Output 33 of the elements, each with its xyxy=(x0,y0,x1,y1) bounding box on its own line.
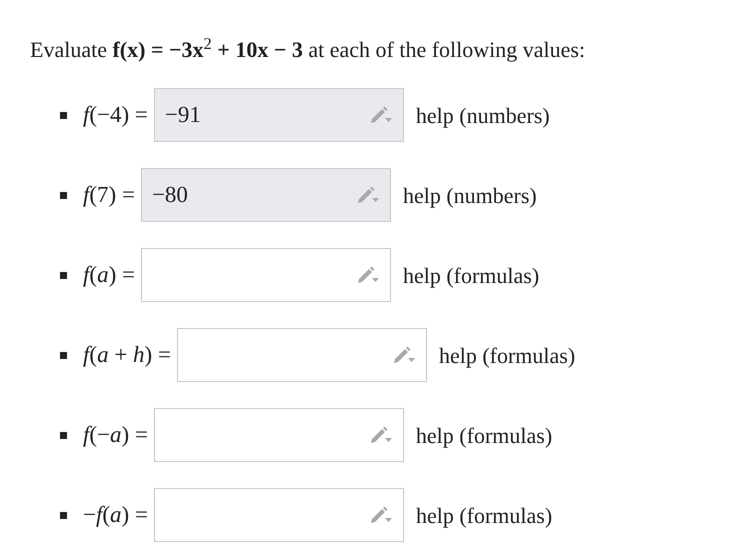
pencil-icon xyxy=(368,425,393,445)
pencil-icon xyxy=(392,345,416,365)
function-label: f(a) = xyxy=(83,260,135,289)
pencil-icon xyxy=(356,265,380,285)
bullet-icon xyxy=(60,272,67,278)
bullet-icon xyxy=(60,192,67,198)
help-link[interactable]: help (formulas) xyxy=(402,258,540,292)
instructions: Evaluate f(x) = −3x$^{2}$ + 10x − 3 at each of the following values: xyxy=(30,32,586,64)
pencil-icon xyxy=(368,105,393,125)
help-link[interactable]: help (formulas) xyxy=(416,418,552,452)
answer-field[interactable]: −91 xyxy=(154,88,404,142)
help-link[interactable]: help (numbers) xyxy=(402,178,537,212)
help-link[interactable]: help (numbers) xyxy=(416,98,550,132)
bullet-icon xyxy=(60,432,67,438)
function-label: f(7) = xyxy=(83,180,135,209)
pencil-icon xyxy=(356,185,380,205)
answer-value: −80 xyxy=(152,182,188,207)
answer-field[interactable] xyxy=(140,248,391,302)
help-link[interactable]: help (formulas) xyxy=(416,498,552,532)
answer-field[interactable] xyxy=(154,408,404,462)
answer-field[interactable] xyxy=(176,328,427,382)
answer-field[interactable]: −80 xyxy=(140,168,391,222)
bullet-icon xyxy=(60,512,67,518)
pencil-icon xyxy=(368,505,393,525)
function-label: f(a + h) = xyxy=(83,340,171,369)
answer-value: −91 xyxy=(164,102,201,127)
answer-field[interactable] xyxy=(154,488,404,542)
help-link[interactable]: help (formulas) xyxy=(438,338,576,372)
function-label: −f(a) = xyxy=(83,500,148,529)
function-label: f(−4) = xyxy=(83,100,148,129)
bullet-icon xyxy=(60,112,67,118)
bullet-icon xyxy=(60,352,67,358)
function-label: f(−a) = xyxy=(83,420,148,449)
